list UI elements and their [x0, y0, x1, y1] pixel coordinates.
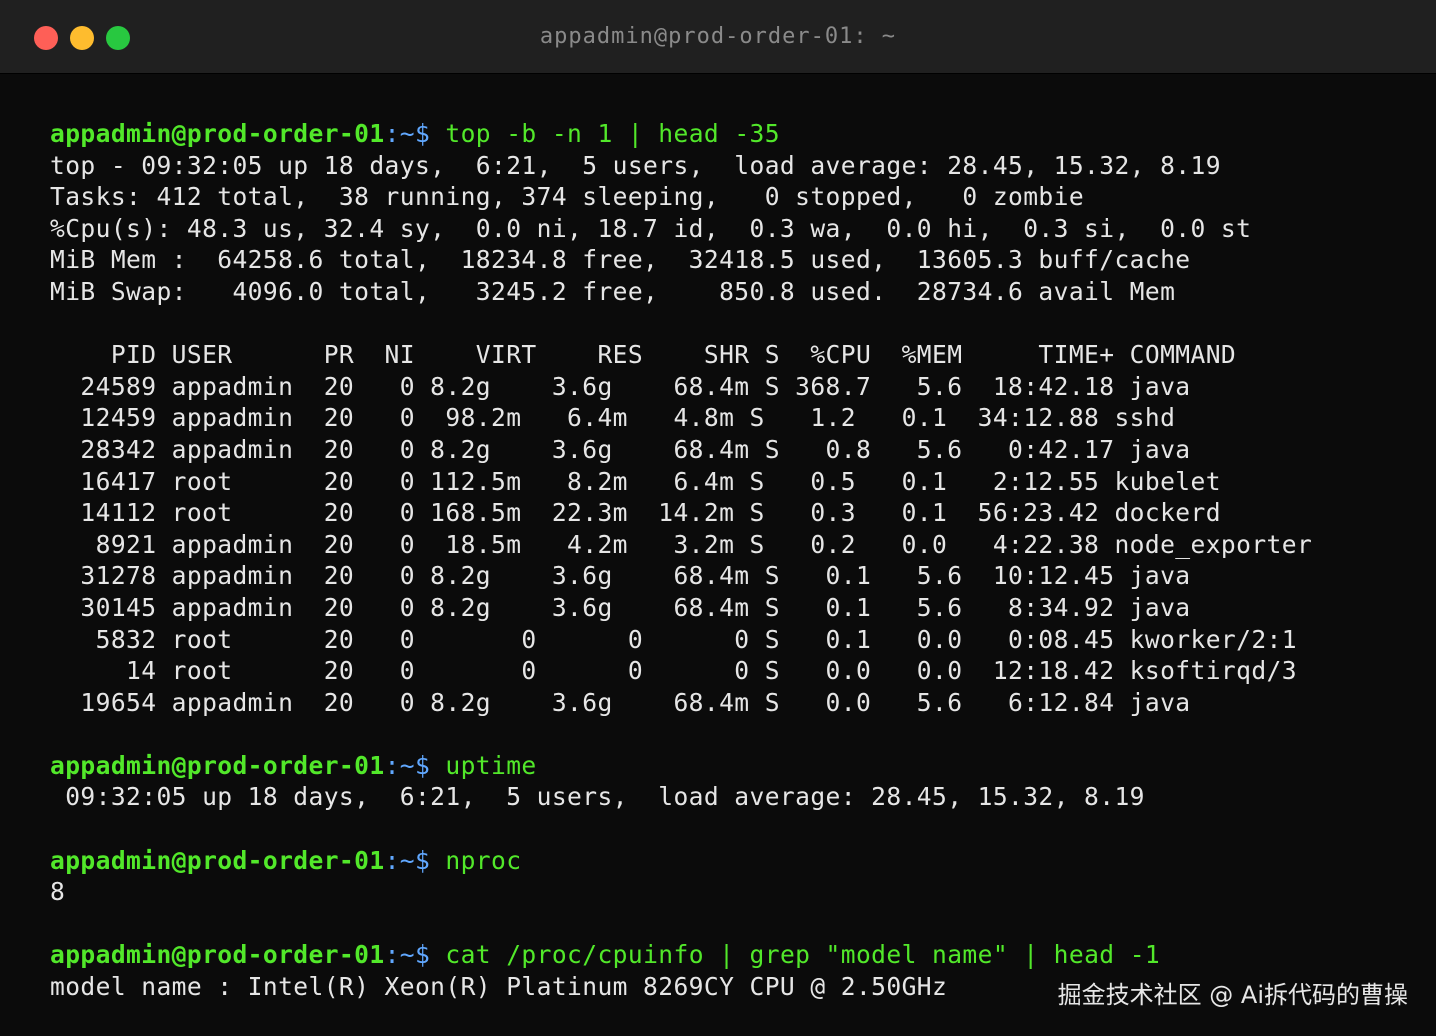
- output-line: 30145 appadmin 20 0 8.2g 3.6g 68.4m S 0.…: [50, 592, 1191, 622]
- output-line: 12459 appadmin 20 0 98.2m 6.4m 4.8m S 1.…: [50, 403, 1176, 433]
- prompt-path: :~$: [384, 845, 431, 875]
- output-line: top - 09:32:05 up 18 days, 6:21, 5 users…: [50, 150, 1221, 180]
- prompt-line: appadmin@prod-order-01:~$ top -b -n 1 | …: [50, 118, 1420, 150]
- prompt-user-host: appadmin@prod-order-01: [50, 119, 385, 148]
- prompt-user-host: appadmin@prod-order-01: [50, 845, 385, 875]
- command-text: cat /proc/cpuinfo | grep "model name" | …: [430, 940, 1161, 970]
- output-line: PID USER PR NI VIRT RES SHR S %CPU %MEM …: [50, 340, 1237, 370]
- output-line: 14 root 20 0 0 0 0 S 0.0 0.0 12:18.42 ks…: [50, 656, 1297, 686]
- prompt-user-host: appadmin@prod-order-01: [50, 940, 385, 970]
- output-line: MiB Swap: 4096.0 total, 3245.2 free, 850…: [50, 276, 1176, 306]
- output-line: 14112 root 20 0 168.5m 22.3m 14.2m S 0.3…: [50, 498, 1221, 528]
- output-line: 8: [50, 877, 66, 907]
- terminal-window: appadmin@prod-order-01: ~ appadmin@prod-…: [0, 0, 1436, 1036]
- command-text: top -b -n 1 | head -35: [430, 119, 780, 148]
- output-line: MiB Mem : 64258.6 total, 18234.8 free, 3…: [50, 245, 1191, 275]
- output-line: 31278 appadmin 20 0 8.2g 3.6g 68.4m S 0.…: [50, 561, 1191, 591]
- prompt-line: appadmin@prod-order-01:~$ nproc: [50, 845, 1420, 877]
- output-line: 09:32:05 up 18 days, 6:21, 5 users, load…: [50, 782, 1145, 812]
- terminal-output[interactable]: appadmin@prod-order-01:~$ top -b -n 1 | …: [50, 118, 1420, 1003]
- window-title: appadmin@prod-order-01: ~: [539, 24, 897, 49]
- prompt-line: appadmin@prod-order-01:~$ cat /proc/cpui…: [50, 939, 1420, 971]
- output-line: 24589 appadmin 20 0 8.2g 3.6g 68.4m S 36…: [50, 371, 1191, 401]
- title-bar[interactable]: appadmin@prod-order-01: ~: [0, 0, 1436, 74]
- prompt-user-host: appadmin@prod-order-01: [50, 750, 385, 780]
- watermark: 掘金技术社区 @ Ai拆代码的曹操: [1057, 981, 1408, 1009]
- output-line: Tasks: 412 total, 38 running, 374 sleepi…: [50, 182, 1085, 212]
- output-line: 16417 root 20 0 112.5m 8.2m 6.4m S 0.5 0…: [50, 466, 1221, 496]
- prompt-path: :~$: [384, 940, 431, 970]
- prompt-path: :~$: [384, 119, 431, 148]
- output-line: 19654 appadmin 20 0 8.2g 3.6g 68.4m S 0.…: [50, 687, 1191, 717]
- output-line: %Cpu(s): 48.3 us, 32.4 sy, 0.0 ni, 18.7 …: [50, 213, 1252, 243]
- command-text: nproc: [430, 845, 522, 875]
- command-text: uptime: [430, 750, 537, 780]
- prompt-path: :~$: [384, 750, 431, 780]
- output-line: 28342 appadmin 20 0 8.2g 3.6g 68.4m S 0.…: [50, 434, 1191, 464]
- output-line: 8921 appadmin 20 0 18.5m 4.2m 3.2m S 0.2…: [50, 529, 1313, 559]
- prompt-line: appadmin@prod-order-01:~$ uptime: [50, 750, 1420, 782]
- output-line: 5832 root 20 0 0 0 0 S 0.1 0.0 0:08.45 k…: [50, 624, 1297, 654]
